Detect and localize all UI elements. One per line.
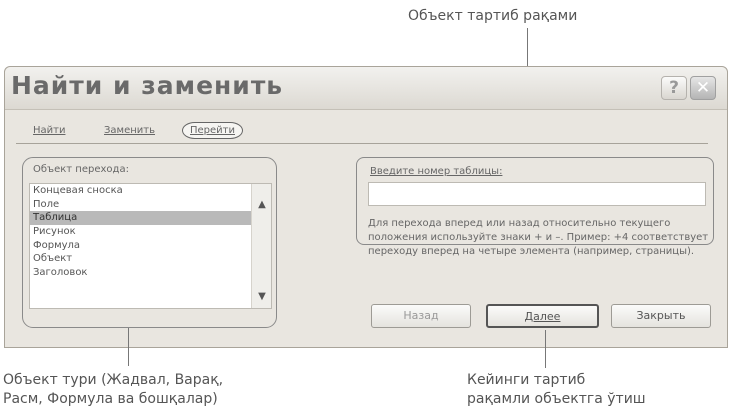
help-icon: ? [669, 78, 679, 98]
tab-replace[interactable]: Заменить [104, 125, 155, 136]
callout-next-object-line1: Кейинги тартиб [467, 372, 586, 388]
scroll-up-icon[interactable]: ▲ [255, 198, 269, 212]
close-icon: ✕ [695, 78, 711, 98]
callout-line-left [128, 328, 129, 366]
list-item[interactable]: Рисунок [30, 225, 271, 239]
scroll-down-icon[interactable]: ▼ [255, 290, 269, 304]
list-item[interactable]: Объект [30, 252, 271, 266]
title-bar: Найти и заменить ? ✕ [5, 67, 727, 110]
tab-find[interactable]: Найти [33, 125, 65, 136]
callout-object-number: Объект тартиб рақами [408, 8, 578, 24]
tab-divider [16, 143, 708, 144]
help-button[interactable]: ? [661, 76, 687, 100]
list-item[interactable]: Поле [30, 198, 271, 212]
list-scrollbar[interactable]: ▲ ▼ [251, 184, 271, 308]
list-item-selected[interactable]: Таблица [30, 211, 271, 226]
callout-object-type-line2: Расм, Формула ва бошқалар) [3, 391, 218, 407]
list-item[interactable]: Концевая сноска [30, 184, 271, 198]
list-item[interactable]: Заголовок [30, 266, 271, 280]
close-dialog-button[interactable]: Закрыть [611, 304, 711, 328]
next-button[interactable]: Далее [486, 304, 599, 328]
number-input[interactable] [368, 182, 706, 206]
help-text: Для перехода вперед или назад относитель… [368, 218, 709, 257]
list-item[interactable]: Формула [30, 239, 271, 253]
tab-goto[interactable]: Перейти [182, 122, 243, 139]
object-type-list[interactable]: Концевая сноска Поле Таблица Рисунок Фор… [29, 183, 272, 309]
object-type-label: Объект перехода: [33, 164, 129, 175]
close-button[interactable]: ✕ [690, 76, 716, 100]
back-button[interactable]: Назад [371, 304, 471, 328]
callout-next-object-line2: рақамли объектга ўтиш [467, 391, 646, 407]
callout-object-type-line1: Объект тури (Жадвал, Варақ, [3, 372, 224, 388]
dialog-title: Найти и заменить [11, 71, 284, 100]
callout-line-right [545, 330, 546, 368]
number-input-label: Введите номер таблицы: [370, 166, 503, 177]
callout-next-object: Кейинги тартиб рақамли объектга ўтиш [467, 371, 646, 409]
callout-object-type: Объект тури (Жадвал, Варақ, Расм, Формул… [3, 371, 223, 409]
